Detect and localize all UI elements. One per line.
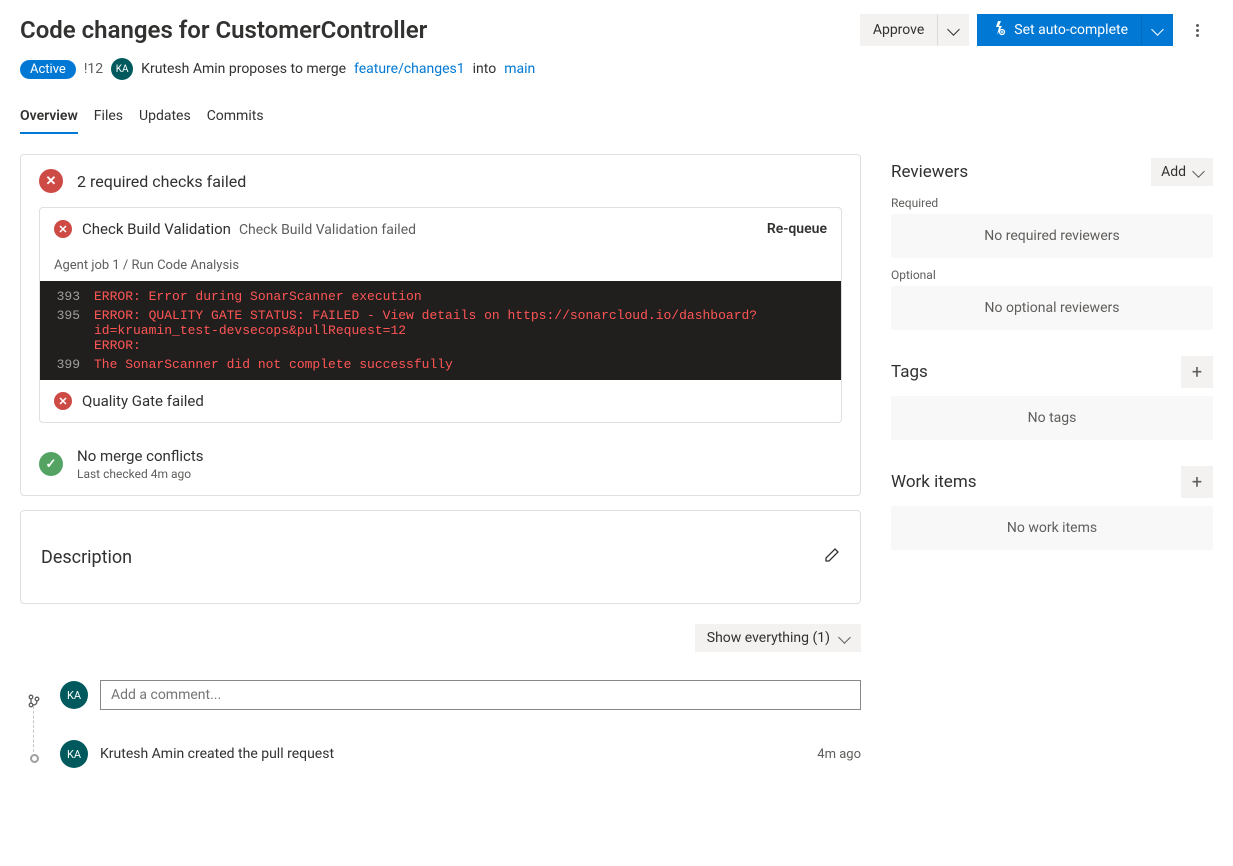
autocomplete-label: Set auto-complete bbox=[1014, 22, 1128, 38]
set-autocomplete-button[interactable]: Set auto-complete bbox=[977, 14, 1141, 46]
tags-empty: No tags bbox=[891, 396, 1213, 440]
header-actions: Approve Set auto-complete bbox=[860, 14, 1213, 46]
fail-icon bbox=[54, 220, 72, 238]
more-vertical-icon bbox=[1196, 24, 1199, 37]
more-actions-button[interactable] bbox=[1181, 14, 1213, 46]
description-title: Description bbox=[41, 547, 132, 568]
reviewers-section: Reviewers Add Required No required revie… bbox=[891, 158, 1213, 330]
approve-dropdown[interactable] bbox=[937, 14, 969, 46]
source-branch-link[interactable]: feature/changes1 bbox=[354, 61, 465, 77]
line-message: The SonarScanner did not complete succes… bbox=[94, 357, 827, 372]
required-reviewers-empty: No required reviewers bbox=[891, 214, 1213, 258]
console-line: 393 ERROR: Error during SonarScanner exe… bbox=[40, 287, 841, 306]
approve-button[interactable]: Approve bbox=[860, 14, 937, 46]
page-title: Code changes for CustomerController bbox=[20, 16, 427, 44]
timeline-branch-icon bbox=[27, 694, 41, 712]
build-check-block: Check Build Validation Check Build Valid… bbox=[39, 207, 842, 423]
add-reviewer-button[interactable]: Add bbox=[1151, 158, 1213, 186]
filter-label: Show everything (1) bbox=[707, 630, 830, 646]
timeline-dot-icon bbox=[30, 754, 39, 763]
checks-summary: 2 required checks failed bbox=[77, 172, 246, 191]
line-number: 393 bbox=[54, 289, 94, 304]
pencil-icon bbox=[824, 547, 840, 563]
reviewers-title: Reviewers bbox=[891, 162, 968, 182]
chevron-down-icon bbox=[1153, 22, 1162, 38]
tags-title: Tags bbox=[891, 362, 928, 382]
optional-reviewers-empty: No optional reviewers bbox=[891, 286, 1213, 330]
plus-icon: + bbox=[1192, 472, 1202, 493]
tab-files[interactable]: Files bbox=[94, 102, 123, 134]
comment-composer: KA bbox=[60, 680, 861, 710]
status-badge: Active bbox=[20, 60, 76, 79]
quality-gate-text: Quality Gate failed bbox=[82, 392, 204, 410]
check-status-text: Check Build Validation failed bbox=[239, 222, 416, 238]
merge-status-title: No merge conflicts bbox=[77, 447, 203, 465]
add-workitem-button[interactable]: + bbox=[1181, 466, 1213, 498]
proposer-text: Krutesh Amin proposes to merge bbox=[141, 61, 346, 77]
tab-commits[interactable]: Commits bbox=[207, 102, 264, 134]
chevron-down-icon bbox=[840, 630, 849, 646]
workitems-empty: No work items bbox=[891, 506, 1213, 550]
proposer-avatar: KA bbox=[111, 58, 133, 80]
current-user-avatar: KA bbox=[60, 681, 88, 709]
autocomplete-dropdown[interactable] bbox=[1141, 14, 1173, 46]
ok-icon bbox=[39, 452, 63, 476]
optional-label: Optional bbox=[891, 268, 1213, 282]
job-breadcrumb: Agent job 1 / Run Code Analysis bbox=[40, 250, 841, 281]
line-message: ERROR: QUALITY GATE STATUS: FAILED - Vie… bbox=[94, 308, 827, 353]
activity-filter-button[interactable]: Show everything (1) bbox=[695, 624, 861, 652]
console-line: 395 ERROR: QUALITY GATE STATUS: FAILED -… bbox=[40, 306, 841, 355]
check-name: Check Build Validation bbox=[82, 220, 231, 238]
add-tag-button[interactable]: + bbox=[1181, 356, 1213, 388]
comment-input[interactable] bbox=[100, 680, 861, 710]
tab-updates[interactable]: Updates bbox=[139, 102, 191, 134]
merge-status-subtitle: Last checked 4m ago bbox=[77, 467, 203, 481]
add-label: Add bbox=[1161, 164, 1186, 180]
pr-id: !12 bbox=[84, 61, 103, 77]
activity-timeline: KA KA Krutesh Amin created the pull requ… bbox=[26, 680, 861, 768]
chevron-down-icon bbox=[949, 22, 958, 38]
line-number: 399 bbox=[54, 357, 94, 372]
target-branch-link[interactable]: main bbox=[504, 61, 535, 77]
into-text: into bbox=[473, 61, 497, 77]
requeue-button[interactable]: Re-queue bbox=[767, 221, 827, 237]
line-number: 395 bbox=[54, 308, 94, 353]
workitems-title: Work items bbox=[891, 472, 977, 492]
checks-card: 2 required checks failed Check Build Val… bbox=[20, 154, 861, 496]
autocomplete-split-button: Set auto-complete bbox=[977, 14, 1173, 46]
pr-meta-row: Active !12 KA Krutesh Amin proposes to m… bbox=[20, 58, 1213, 80]
autocomplete-icon bbox=[990, 20, 1006, 40]
fail-icon bbox=[39, 169, 63, 193]
workitems-section: Work items + No work items bbox=[891, 466, 1213, 550]
required-label: Required bbox=[891, 196, 1213, 210]
approve-split-button: Approve bbox=[860, 14, 969, 46]
console-line: 399 The SonarScanner did not complete su… bbox=[40, 355, 841, 374]
line-message: ERROR: Error during SonarScanner executi… bbox=[94, 289, 827, 304]
event-avatar: KA bbox=[60, 740, 88, 768]
tab-bar: Overview Files Updates Commits bbox=[20, 102, 1213, 134]
console-output: 393 ERROR: Error during SonarScanner exe… bbox=[40, 281, 841, 380]
tags-section: Tags + No tags bbox=[891, 356, 1213, 440]
event-time: 4m ago bbox=[817, 747, 861, 762]
event-text: Krutesh Amin created the pull request bbox=[100, 746, 805, 762]
edit-description-button[interactable] bbox=[824, 547, 840, 567]
fail-icon bbox=[54, 392, 72, 410]
tab-overview[interactable]: Overview bbox=[20, 102, 78, 134]
chevron-down-icon bbox=[1194, 164, 1203, 180]
description-card: Description bbox=[20, 510, 861, 604]
plus-icon: + bbox=[1192, 362, 1202, 383]
